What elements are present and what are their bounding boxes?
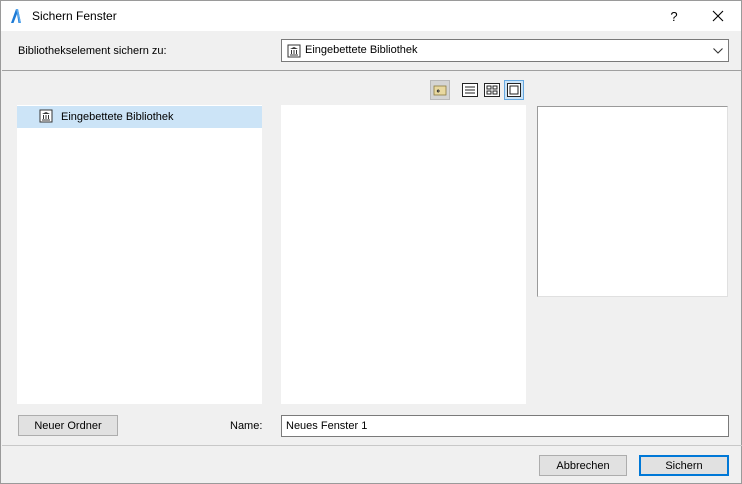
folder-up-icon [433, 85, 447, 96]
window-title: Sichern Fenster [32, 9, 117, 23]
name-input[interactable] [281, 415, 729, 437]
divider [2, 445, 742, 446]
divider [2, 70, 742, 71]
name-label: Name: [230, 420, 263, 432]
archicad-app-icon [11, 9, 21, 23]
save-to-label: Bibliothekselement sichern zu: [18, 45, 167, 57]
file-list[interactable] [281, 105, 526, 404]
library-tree[interactable]: Eingebettete Bibliothek [17, 105, 262, 404]
close-icon [712, 10, 724, 22]
save-dialog: Sichern Fenster ? Bibliothekselement sic… [0, 0, 742, 484]
cancel-button[interactable]: Abbrechen [539, 455, 627, 476]
list-view-button[interactable] [460, 80, 480, 100]
library-icon [287, 44, 301, 58]
new-folder-button[interactable]: Neuer Ordner [18, 415, 118, 436]
icon-view-icon [484, 83, 500, 97]
preview-view-button[interactable] [504, 80, 524, 100]
folder-up-button[interactable] [430, 80, 450, 100]
close-button[interactable] [695, 1, 741, 31]
icon-view-button[interactable] [482, 80, 502, 100]
title-bar: Sichern Fenster ? [1, 1, 741, 31]
tree-item-label: Eingebettete Bibliothek [61, 111, 174, 123]
chevron-down-icon [713, 48, 723, 54]
save-button[interactable]: Sichern [639, 455, 729, 476]
save-to-selected-value: Eingebettete Bibliothek [305, 44, 418, 56]
preview-pane [537, 106, 728, 297]
save-to-dropdown[interactable]: Eingebettete Bibliothek [281, 39, 729, 62]
list-view-icon [462, 83, 478, 97]
tree-item-embedded-library[interactable]: Eingebettete Bibliothek [17, 106, 262, 128]
help-button[interactable]: ? [651, 1, 697, 31]
preview-view-icon [507, 83, 521, 97]
library-icon [39, 109, 53, 123]
